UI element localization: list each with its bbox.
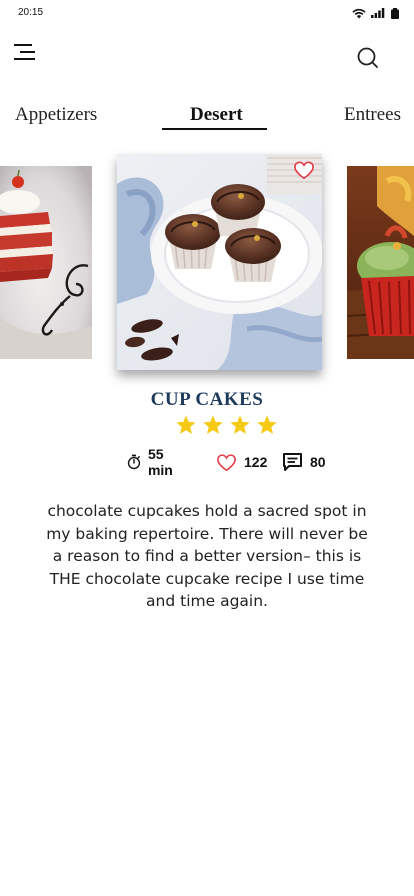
recipe-card-active[interactable] [117, 154, 322, 370]
search-button[interactable] [355, 45, 381, 71]
cook-time: 55 min [127, 446, 179, 478]
red-velvet-cake-image [0, 166, 92, 359]
recipe-carousel[interactable] [0, 150, 414, 375]
status-time: 20:15 [18, 7, 44, 18]
recipe-card-previous[interactable] [0, 166, 92, 359]
tab-appetizers[interactable]: Appetizers [15, 104, 97, 126]
star-icon [176, 415, 196, 434]
heart-outline-icon [217, 453, 236, 471]
cook-time-value: 55 min [147, 446, 173, 478]
star-icon [257, 415, 277, 434]
category-tabs: Appetizers Desert Entrees [0, 100, 414, 134]
status-bar: 20:15 [0, 0, 414, 28]
tab-desert[interactable]: Desert [190, 104, 243, 126]
star-icon [230, 415, 250, 434]
hamburger-menu-icon [14, 44, 35, 60]
battery-icon [391, 7, 399, 19]
rating-stars [175, 414, 278, 436]
tab-entrees[interactable]: Entrees [344, 104, 401, 126]
favorite-icon[interactable] [293, 160, 315, 180]
status-icons [352, 6, 400, 20]
comments[interactable]: 80 [282, 451, 326, 473]
search-icon [357, 47, 378, 68]
menu-button[interactable] [13, 40, 39, 64]
signal-icon [371, 8, 385, 18]
star-icon [203, 415, 223, 434]
recipe-description: chocolate cupcakes hold a sacred spot in… [46, 502, 368, 610]
recipe-title: CUP CAKES [150, 389, 264, 410]
comment-icon [283, 453, 302, 471]
comments-count: 80 [310, 454, 326, 470]
chocolate-cupcakes-image [117, 154, 322, 370]
wifi-icon [352, 8, 366, 18]
likes-count: 122 [244, 454, 268, 470]
green-cupcake-image [347, 166, 414, 359]
recipe-card-next[interactable] [347, 166, 414, 359]
active-tab-indicator [162, 128, 267, 130]
likes[interactable]: 122 [216, 451, 267, 473]
stopwatch-icon [127, 454, 141, 470]
